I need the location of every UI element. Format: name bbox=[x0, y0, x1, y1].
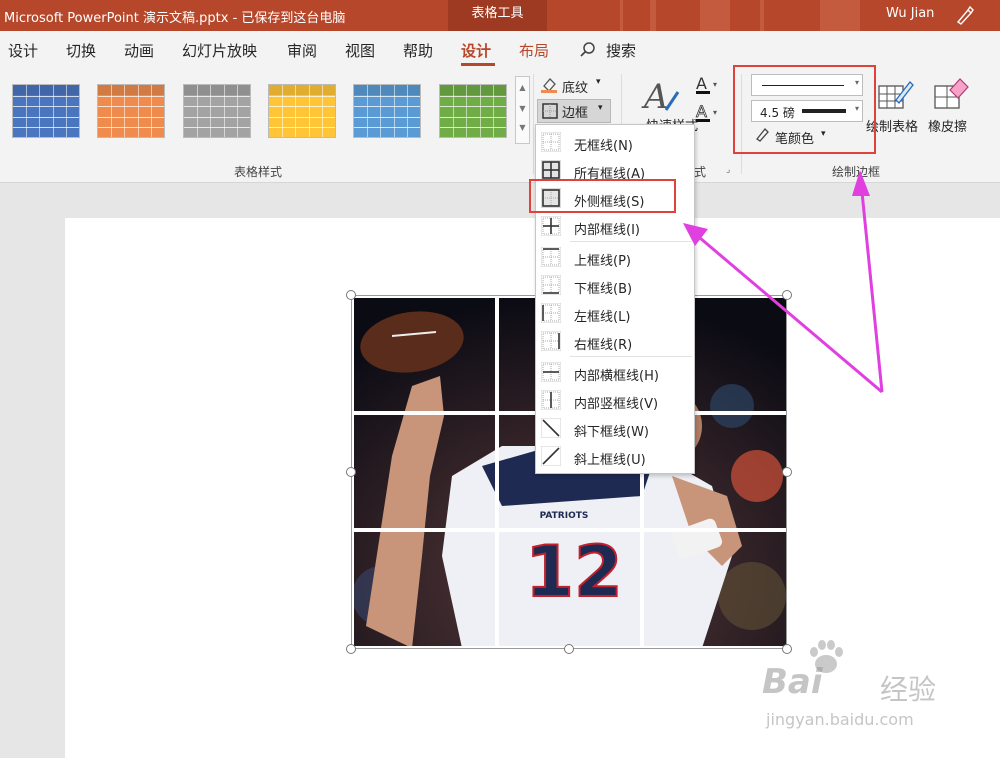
resize-handle-left[interactable] bbox=[346, 467, 356, 477]
resize-handle-bottom-right[interactable] bbox=[782, 644, 792, 654]
resize-handle-bottom-left[interactable] bbox=[346, 644, 356, 654]
diagonal-down-border-icon bbox=[541, 418, 561, 438]
svg-text:A: A bbox=[696, 102, 707, 121]
text-outline-icon[interactable]: A ▾ bbox=[694, 102, 720, 124]
tab-design[interactable]: 设计 bbox=[8, 40, 38, 61]
watermark-url: jingyan.baidu.com bbox=[766, 710, 914, 729]
resize-handle-bottom[interactable] bbox=[564, 644, 574, 654]
svg-text:A: A bbox=[696, 74, 707, 93]
top-border-icon bbox=[541, 247, 561, 267]
border-menu-item-label: 内部框线(I) bbox=[574, 223, 640, 238]
table-style-option[interactable] bbox=[268, 84, 336, 138]
tab-slideshow[interactable]: 幻灯片放映 bbox=[182, 40, 257, 61]
resize-handle-top-right[interactable] bbox=[782, 290, 792, 300]
all-borders-icon bbox=[541, 160, 561, 180]
search-icon[interactable] bbox=[579, 41, 597, 59]
resize-handle-right[interactable] bbox=[782, 467, 792, 477]
borders-dropdown-menu: 无框线(N) 所有框线(A) 外侧框线(S) 内部框线(I) 上框线(P) 下框线(B) 左… bbox=[535, 124, 695, 474]
tab-review[interactable]: 审阅 bbox=[287, 40, 317, 61]
border-menu-item[interactable]: 内部框线(I) bbox=[536, 213, 694, 241]
no-border-icon bbox=[541, 132, 561, 152]
table-tools-context-tab: 表格工具 bbox=[448, 0, 547, 31]
inside-horizontal-border-icon bbox=[541, 362, 561, 382]
border-menu-item-label: 斜上框线(U) bbox=[574, 453, 646, 468]
tab-table-layout[interactable]: 布局 bbox=[519, 40, 549, 61]
border-menu-item[interactable]: 左框线(L) bbox=[536, 300, 694, 328]
borders-button[interactable]: 边框 bbox=[562, 102, 588, 121]
ribbon-tab-bar: 设计 切换 动画 幻灯片放映 审阅 视图 帮助 设计 布局 搜索 bbox=[0, 31, 1000, 68]
bottom-border-icon bbox=[541, 275, 561, 295]
shading-button[interactable]: 底纹 bbox=[562, 77, 588, 96]
text-fill-icon[interactable]: A ▾ bbox=[694, 74, 720, 96]
border-menu-item-label: 左框线(L) bbox=[574, 310, 631, 325]
border-menu-item-label: 右框线(R) bbox=[574, 338, 633, 353]
tab-transitions[interactable]: 切换 bbox=[66, 40, 96, 61]
border-menu-item-label: 内部竖框线(V) bbox=[574, 397, 659, 412]
left-border-icon bbox=[541, 303, 561, 323]
borders-icon[interactable] bbox=[541, 102, 559, 120]
borders-dropdown-arrow[interactable]: ▾ bbox=[598, 103, 603, 113]
svg-text:▾: ▾ bbox=[713, 80, 717, 89]
menu-separator bbox=[570, 241, 692, 242]
inside-vertical-border-icon bbox=[541, 390, 561, 410]
tab-help[interactable]: 帮助 bbox=[403, 40, 433, 61]
diagonal-up-border-icon bbox=[541, 446, 561, 466]
context-tab-label: 表格工具 bbox=[471, 6, 524, 21]
group-label-wordart-tail: 式 bbox=[694, 165, 707, 179]
quick-styles-icon[interactable]: A bbox=[640, 76, 682, 116]
group-label-table-styles: 表格样式 bbox=[234, 165, 283, 179]
user-name[interactable]: Wu Jian bbox=[886, 6, 934, 21]
border-menu-item[interactable]: 下框线(B) bbox=[536, 272, 694, 300]
table-style-option[interactable] bbox=[12, 84, 80, 138]
border-menu-item[interactable]: 斜下框线(W) bbox=[536, 415, 694, 443]
svg-text:▾: ▾ bbox=[713, 108, 717, 117]
table-style-option[interactable] bbox=[97, 84, 165, 138]
tab-table-design[interactable]: 设计 bbox=[461, 40, 491, 61]
title-bar: Microsoft PowerPoint 演示文稿.pptx - 已保存到这台电… bbox=[0, 0, 1000, 31]
eraser-button[interactable]: 橡皮擦 bbox=[928, 116, 967, 135]
right-border-icon bbox=[541, 331, 561, 351]
border-menu-item-label: 上框线(P) bbox=[574, 254, 631, 269]
draw-table-icon[interactable] bbox=[876, 76, 914, 112]
border-menu-item-label: 斜下框线(W) bbox=[574, 425, 649, 440]
border-menu-item[interactable]: 上框线(P) bbox=[536, 244, 694, 272]
inside-borders-icon bbox=[541, 216, 561, 236]
svg-text:A: A bbox=[641, 77, 669, 116]
tab-animations[interactable]: 动画 bbox=[124, 40, 154, 61]
menu-separator bbox=[570, 356, 692, 357]
dialog-launcher-icon[interactable]: ⌟ bbox=[726, 165, 730, 175]
eraser-icon[interactable] bbox=[932, 76, 970, 112]
table-style-option[interactable] bbox=[353, 84, 421, 138]
table-style-option[interactable] bbox=[439, 84, 507, 138]
shading-icon[interactable] bbox=[540, 76, 558, 94]
shading-dropdown-arrow[interactable]: ▾ bbox=[596, 77, 601, 87]
border-menu-item-label: 下框线(B) bbox=[574, 282, 633, 297]
table-style-option[interactable] bbox=[183, 84, 251, 138]
resize-handle-top-left[interactable] bbox=[346, 290, 356, 300]
border-menu-item[interactable]: 斜上框线(U) bbox=[536, 443, 694, 471]
pen-icon[interactable] bbox=[954, 4, 976, 26]
border-menu-item[interactable]: 内部竖框线(V) bbox=[536, 387, 694, 415]
active-tab-indicator bbox=[461, 63, 495, 66]
watermark-brand: Bai bbox=[762, 662, 823, 702]
border-menu-item-label: 内部横框线(H) bbox=[574, 369, 659, 384]
gallery-scrollbar[interactable]: ▲ ▼ ▼ bbox=[515, 76, 530, 144]
tab-view[interactable]: 视图 bbox=[345, 40, 375, 61]
border-menu-item[interactable]: 内部横框线(H) bbox=[536, 359, 694, 387]
watermark-brand-cn: 经验 bbox=[880, 673, 937, 706]
border-menu-item[interactable]: 无框线(N) bbox=[536, 129, 694, 157]
search-label[interactable]: 搜索 bbox=[606, 40, 636, 61]
border-menu-item[interactable]: 右框线(R) bbox=[536, 328, 694, 356]
group-label-draw-borders: 绘制边框 bbox=[832, 165, 881, 179]
border-menu-item-label: 无框线(N) bbox=[574, 139, 633, 154]
outside-borders-highlight-box bbox=[529, 179, 676, 213]
pen-controls-highlight-box bbox=[733, 65, 876, 154]
window-title: Microsoft PowerPoint 演示文稿.pptx - 已保存到这台电… bbox=[4, 11, 346, 26]
